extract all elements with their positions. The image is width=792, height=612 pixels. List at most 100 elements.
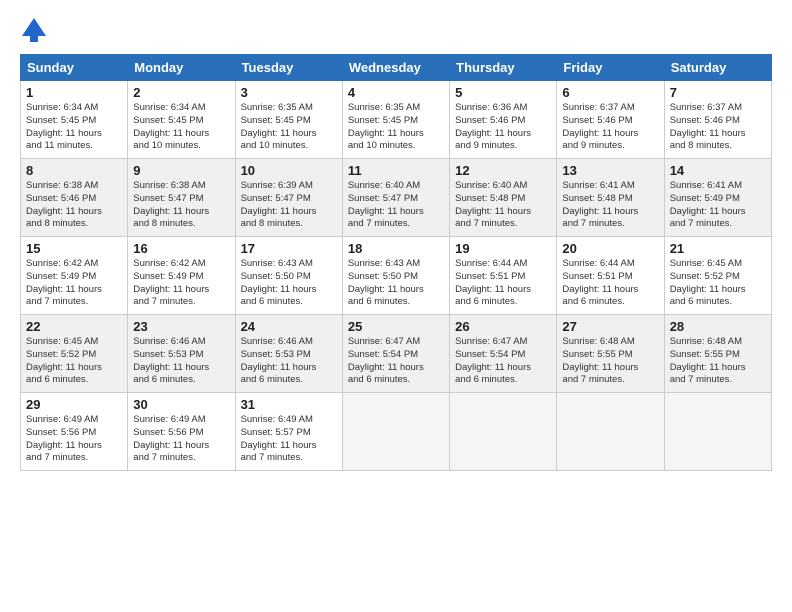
day-number: 30	[133, 397, 229, 412]
day-number: 19	[455, 241, 551, 256]
calendar-cell: 14 Sunrise: 6:41 AM Sunset: 5:49 PM Dayli…	[664, 159, 771, 237]
day-number: 9	[133, 163, 229, 178]
calendar-cell: 4 Sunrise: 6:35 AM Sunset: 5:45 PM Daylig…	[342, 81, 449, 159]
weekday-header-wednesday: Wednesday	[342, 55, 449, 81]
calendar-cell: 22Sunrise: 6:45 AM Sunset: 5:52 PM Dayli…	[21, 315, 128, 393]
calendar-cell: 2 Sunrise: 6:34 AM Sunset: 5:45 PM Daylig…	[128, 81, 235, 159]
day-number: 4	[348, 85, 444, 100]
day-detail: Sunrise: 6:38 AM Sunset: 5:46 PM Dayligh…	[26, 180, 122, 231]
day-number: 1	[26, 85, 122, 100]
day-number: 15	[26, 241, 122, 256]
calendar-cell: 30 Sunrise: 6:49 AM Sunset: 5:56 PM Dayli…	[128, 393, 235, 471]
day-detail: Sunrise: 6:47 AM Sunset: 5:54 PM Dayligh…	[455, 336, 551, 387]
day-detail: Sunrise: 6:45 AM Sunset: 5:52 PM Dayligh…	[670, 258, 766, 309]
day-number: 10	[241, 163, 337, 178]
page: SundayMondayTuesdayWednesdayThursdayFrid…	[0, 0, 792, 612]
day-detail: Sunrise: 6:41 AM Sunset: 5:48 PM Dayligh…	[562, 180, 658, 231]
day-detail: Sunrise: 6:49 AM Sunset: 5:56 PM Dayligh…	[133, 414, 229, 465]
calendar-cell: 23Sunrise: 6:46 AM Sunset: 5:53 PM Dayli…	[128, 315, 235, 393]
calendar-week-3: 15 Sunrise: 6:42 AM Sunset: 5:49 PM Dayli…	[21, 237, 772, 315]
calendar-cell: 28 Sunrise: 6:48 AM Sunset: 5:55 PM Dayli…	[664, 315, 771, 393]
day-detail: Sunrise: 6:37 AM Sunset: 5:46 PM Dayligh…	[670, 102, 766, 153]
day-detail: Sunrise: 6:40 AM Sunset: 5:47 PM Dayligh…	[348, 180, 444, 231]
calendar-cell: 3Sunrise: 6:35 AM Sunset: 5:45 PM Daylig…	[235, 81, 342, 159]
calendar-cell: 8Sunrise: 6:38 AM Sunset: 5:46 PM Daylig…	[21, 159, 128, 237]
day-number: 17	[241, 241, 337, 256]
weekday-header-sunday: Sunday	[21, 55, 128, 81]
calendar-cell: 24 Sunrise: 6:46 AM Sunset: 5:53 PM Dayli…	[235, 315, 342, 393]
calendar-week-1: 1 Sunrise: 6:34 AM Sunset: 5:45 PM Daylig…	[21, 81, 772, 159]
calendar-cell	[664, 393, 771, 471]
day-number: 16	[133, 241, 229, 256]
day-number: 5	[455, 85, 551, 100]
weekday-header-monday: Monday	[128, 55, 235, 81]
logo	[20, 16, 50, 44]
logo-icon	[20, 16, 48, 44]
calendar-cell	[342, 393, 449, 471]
calendar-cell: 19 Sunrise: 6:44 AM Sunset: 5:51 PM Dayli…	[450, 237, 557, 315]
day-detail: Sunrise: 6:44 AM Sunset: 5:51 PM Dayligh…	[562, 258, 658, 309]
day-detail: Sunrise: 6:46 AM Sunset: 5:53 PM Dayligh…	[133, 336, 229, 387]
weekday-header-row: SundayMondayTuesdayWednesdayThursdayFrid…	[21, 55, 772, 81]
day-detail: Sunrise: 6:48 AM Sunset: 5:55 PM Dayligh…	[670, 336, 766, 387]
calendar-cell: 21Sunrise: 6:45 AM Sunset: 5:52 PM Dayli…	[664, 237, 771, 315]
weekday-header-thursday: Thursday	[450, 55, 557, 81]
day-detail: Sunrise: 6:35 AM Sunset: 5:45 PM Dayligh…	[348, 102, 444, 153]
calendar-cell: 7 Sunrise: 6:37 AM Sunset: 5:46 PM Daylig…	[664, 81, 771, 159]
day-detail: Sunrise: 6:46 AM Sunset: 5:53 PM Dayligh…	[241, 336, 337, 387]
header	[20, 16, 772, 44]
day-detail: Sunrise: 6:47 AM Sunset: 5:54 PM Dayligh…	[348, 336, 444, 387]
day-number: 25	[348, 319, 444, 334]
day-detail: Sunrise: 6:37 AM Sunset: 5:46 PM Dayligh…	[562, 102, 658, 153]
day-number: 18	[348, 241, 444, 256]
day-number: 7	[670, 85, 766, 100]
day-detail: Sunrise: 6:49 AM Sunset: 5:57 PM Dayligh…	[241, 414, 337, 465]
day-detail: Sunrise: 6:38 AM Sunset: 5:47 PM Dayligh…	[133, 180, 229, 231]
calendar-cell: 17 Sunrise: 6:43 AM Sunset: 5:50 PM Dayli…	[235, 237, 342, 315]
calendar-table: SundayMondayTuesdayWednesdayThursdayFrid…	[20, 54, 772, 471]
calendar-cell: 27 Sunrise: 6:48 AM Sunset: 5:55 PM Dayli…	[557, 315, 664, 393]
day-detail: Sunrise: 6:44 AM Sunset: 5:51 PM Dayligh…	[455, 258, 551, 309]
calendar-cell: 1 Sunrise: 6:34 AM Sunset: 5:45 PM Daylig…	[21, 81, 128, 159]
calendar-cell: 18 Sunrise: 6:43 AM Sunset: 5:50 PM Dayli…	[342, 237, 449, 315]
day-number: 6	[562, 85, 658, 100]
day-detail: Sunrise: 6:48 AM Sunset: 5:55 PM Dayligh…	[562, 336, 658, 387]
weekday-header-friday: Friday	[557, 55, 664, 81]
day-detail: Sunrise: 6:43 AM Sunset: 5:50 PM Dayligh…	[241, 258, 337, 309]
day-number: 11	[348, 163, 444, 178]
day-number: 29	[26, 397, 122, 412]
calendar-cell: 29Sunrise: 6:49 AM Sunset: 5:56 PM Dayli…	[21, 393, 128, 471]
calendar-cell: 6 Sunrise: 6:37 AM Sunset: 5:46 PM Daylig…	[557, 81, 664, 159]
day-number: 20	[562, 241, 658, 256]
calendar-week-5: 29 Sunrise: 6:49 AM Sunset: 5:56 PM Dayli…	[21, 393, 772, 471]
calendar-cell: 11 Sunrise: 6:40 AM Sunset: 5:47 PM Dayli…	[342, 159, 449, 237]
calendar-cell	[557, 393, 664, 471]
day-detail: Sunrise: 6:45 AM Sunset: 5:52 PM Dayligh…	[26, 336, 122, 387]
day-detail: Sunrise: 6:34 AM Sunset: 5:45 PM Dayligh…	[133, 102, 229, 153]
day-detail: Sunrise: 6:40 AM Sunset: 5:48 PM Dayligh…	[455, 180, 551, 231]
weekday-header-saturday: Saturday	[664, 55, 771, 81]
day-number: 27	[562, 319, 658, 334]
day-number: 2	[133, 85, 229, 100]
day-number: 26	[455, 319, 551, 334]
day-detail: Sunrise: 6:39 AM Sunset: 5:47 PM Dayligh…	[241, 180, 337, 231]
day-number: 24	[241, 319, 337, 334]
calendar-cell: 10 Sunrise: 6:39 AM Sunset: 5:47 PM Dayli…	[235, 159, 342, 237]
day-detail: Sunrise: 6:42 AM Sunset: 5:49 PM Dayligh…	[26, 258, 122, 309]
day-number: 13	[562, 163, 658, 178]
calendar-cell: 12 Sunrise: 6:40 AM Sunset: 5:48 PM Dayli…	[450, 159, 557, 237]
day-detail: Sunrise: 6:43 AM Sunset: 5:50 PM Dayligh…	[348, 258, 444, 309]
calendar-cell: 13 Sunrise: 6:41 AM Sunset: 5:48 PM Dayli…	[557, 159, 664, 237]
day-number: 28	[670, 319, 766, 334]
calendar-cell	[450, 393, 557, 471]
calendar-cell: 9 Sunrise: 6:38 AM Sunset: 5:47 PM Daylig…	[128, 159, 235, 237]
day-detail: Sunrise: 6:34 AM Sunset: 5:45 PM Dayligh…	[26, 102, 122, 153]
day-detail: Sunrise: 6:41 AM Sunset: 5:49 PM Dayligh…	[670, 180, 766, 231]
day-number: 14	[670, 163, 766, 178]
calendar-cell: 15 Sunrise: 6:42 AM Sunset: 5:49 PM Dayli…	[21, 237, 128, 315]
calendar-cell: 26 Sunrise: 6:47 AM Sunset: 5:54 PM Dayli…	[450, 315, 557, 393]
calendar-cell: 5Sunrise: 6:36 AM Sunset: 5:46 PM Daylig…	[450, 81, 557, 159]
day-detail: Sunrise: 6:42 AM Sunset: 5:49 PM Dayligh…	[133, 258, 229, 309]
day-number: 3	[241, 85, 337, 100]
day-number: 12	[455, 163, 551, 178]
